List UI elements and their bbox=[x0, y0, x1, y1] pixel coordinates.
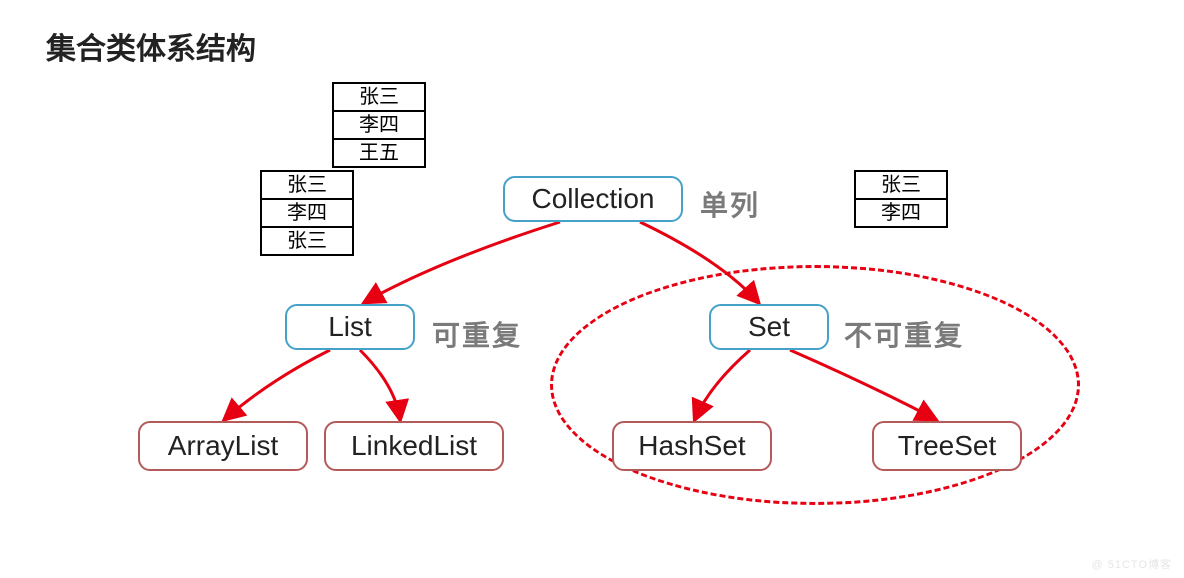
table-cell: 李四 bbox=[854, 198, 948, 228]
node-arraylist: ArrayList bbox=[138, 421, 308, 471]
node-list: List bbox=[285, 304, 415, 350]
table-cell: 李四 bbox=[260, 198, 354, 228]
watermark: @ 51CTO博客 bbox=[1092, 556, 1172, 572]
note-repeat: 可重复 bbox=[432, 314, 522, 354]
arrows-layer bbox=[0, 0, 1184, 578]
node-treeset: TreeSet bbox=[872, 421, 1022, 471]
node-set: Set bbox=[709, 304, 829, 350]
note-single: 单列 bbox=[700, 184, 760, 224]
note-norepeat: 不可重复 bbox=[844, 314, 964, 354]
table-cell: 张三 bbox=[260, 226, 354, 256]
table-cell: 王五 bbox=[332, 138, 426, 168]
diagram-root: { "title": "集合类体系结构", "nodes": { "collec… bbox=[0, 0, 1184, 578]
table-cell: 张三 bbox=[854, 170, 948, 200]
node-linkedlist: LinkedList bbox=[324, 421, 504, 471]
page-title: 集合类体系结构 bbox=[46, 24, 256, 68]
table-cell: 李四 bbox=[332, 110, 426, 140]
table-cell: 张三 bbox=[260, 170, 354, 200]
node-hashset: HashSet bbox=[612, 421, 772, 471]
node-collection: Collection bbox=[503, 176, 683, 222]
table-cell: 张三 bbox=[332, 82, 426, 112]
